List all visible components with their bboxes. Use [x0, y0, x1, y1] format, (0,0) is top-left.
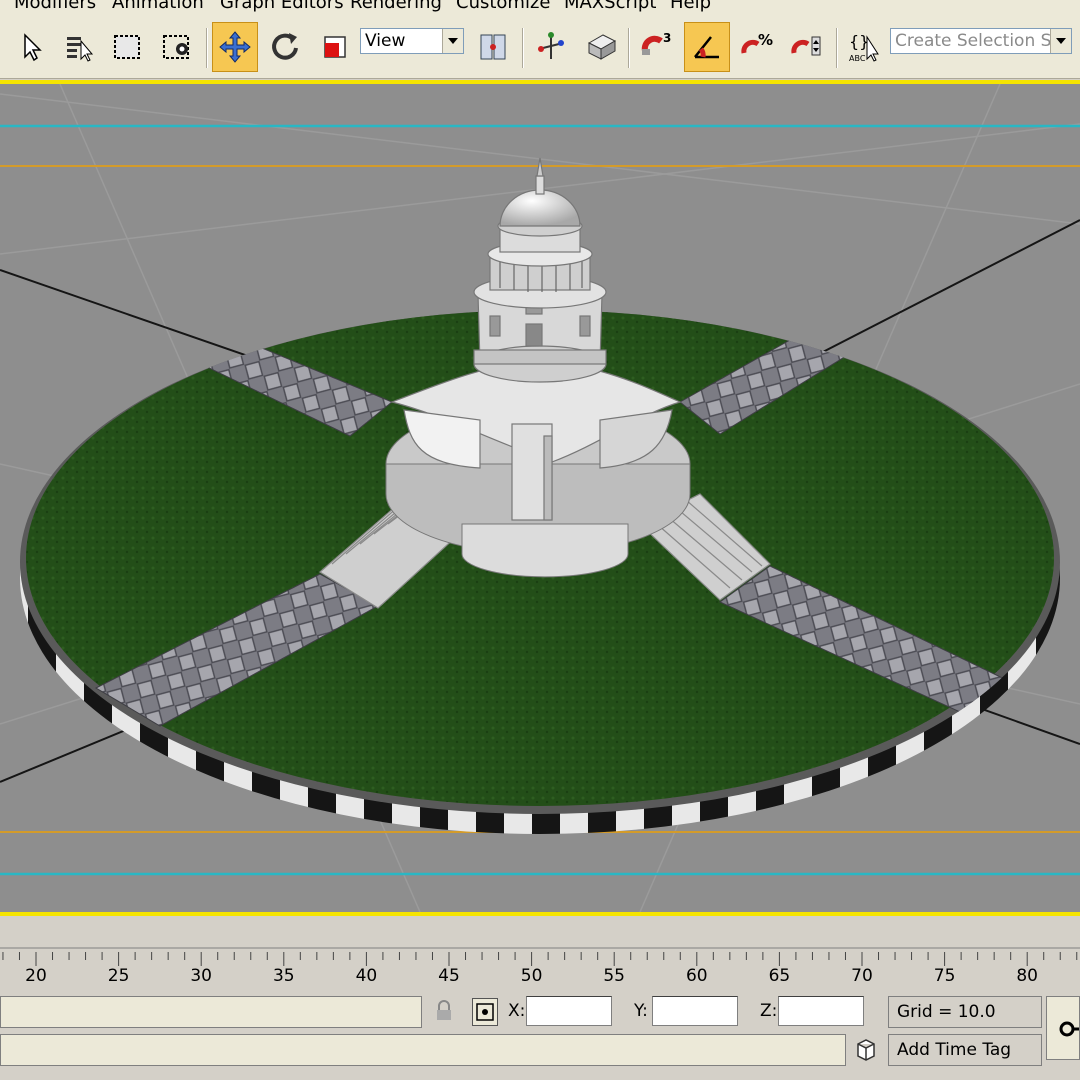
keyboard-shortcut-icon	[587, 34, 617, 60]
timeline-tick-label: 75	[933, 966, 956, 986]
timeline-tick-label: 30	[190, 966, 213, 986]
status-bar: X: Y: Z: Grid = 10.0 Add Time Tag	[0, 994, 1080, 1080]
status-prompt-line	[0, 1034, 846, 1066]
percent-snap-button[interactable]: %	[734, 22, 780, 72]
spinner-snap-button[interactable]	[784, 22, 830, 72]
time-tag-icon	[857, 1039, 875, 1061]
select-object-button[interactable]	[8, 22, 54, 72]
menu-bar: Modifiers Animation Graph Editors Render…	[0, 0, 1080, 14]
manipulate-icon	[538, 32, 564, 59]
timeline-tick-label: 20	[25, 966, 47, 986]
timeline-tick-label: 50	[520, 966, 543, 986]
pivot-point-button[interactable]	[470, 22, 516, 72]
y-label: Y:	[634, 1001, 648, 1021]
z-coordinate-input[interactable]	[778, 996, 864, 1026]
scale-icon	[324, 36, 346, 58]
select-by-name-icon	[67, 37, 94, 62]
toolbar-separator	[206, 28, 208, 68]
keyboard-shortcut-button[interactable]	[578, 22, 624, 72]
lock-icon	[437, 1000, 451, 1020]
snaps-toggle-button[interactable]: 3	[634, 22, 680, 72]
svg-text:3: 3	[663, 31, 671, 45]
perspective-viewport[interactable]	[0, 80, 1080, 916]
timeline-tick-label: 55	[603, 966, 626, 986]
window-crossing-icon	[163, 35, 189, 59]
timeline-tick-label: 35	[272, 966, 295, 986]
main-toolbar: View 3 % {} ABC Create Selection Set	[0, 14, 1080, 79]
pivot-center-icon	[480, 34, 506, 60]
angle-snap-button[interactable]	[684, 22, 730, 72]
time-tag-icon-button[interactable]	[852, 1036, 880, 1064]
spinner-snap-icon	[791, 36, 821, 56]
z-label: Z:	[760, 1001, 778, 1021]
menu-graph-editors[interactable]: Graph Editors	[220, 0, 344, 13]
grid-size-display: Grid = 10.0	[888, 996, 1042, 1028]
cursor-arrow-icon	[24, 33, 42, 62]
timeline-tick-label: 60	[685, 966, 708, 986]
prompt-line	[0, 996, 422, 1028]
timeline[interactable]: 20 25 30 35 40 45 50 55 60 65 70 75 80	[0, 918, 1080, 994]
menu-maxscript[interactable]: MAXScript	[564, 0, 656, 13]
transform-mode-icon	[476, 1003, 494, 1021]
x-label: X:	[508, 1001, 526, 1021]
menu-customize[interactable]: Customize	[456, 0, 550, 13]
rotate-icon	[272, 33, 298, 60]
x-coordinate-input[interactable]	[526, 996, 612, 1026]
menu-rendering[interactable]: Rendering	[350, 0, 442, 13]
timeline-tick-label: 80	[1016, 966, 1039, 986]
absolute-relative-toggle[interactable]	[472, 998, 498, 1026]
rectangular-selection-button[interactable]	[104, 22, 150, 72]
manipulate-button[interactable]	[528, 22, 574, 72]
svg-text:{}: {}	[849, 32, 869, 51]
menu-animation[interactable]: Animation	[112, 0, 204, 13]
toolbar-separator	[522, 28, 524, 68]
timeline-tick-label: 70	[851, 966, 873, 986]
y-coordinate-input[interactable]	[652, 996, 738, 1026]
toolbar-separator	[836, 28, 838, 68]
select-and-move-button[interactable]	[212, 22, 258, 72]
timeline-tick-label: 40	[355, 966, 378, 986]
edit-named-selection-button[interactable]: {} ABC	[842, 22, 888, 72]
set-key-button[interactable]	[1046, 996, 1080, 1060]
timeline-tick-label: 65	[768, 966, 791, 986]
menu-modifiers[interactable]: Modifiers	[14, 0, 96, 13]
lighthouse-tower	[473, 157, 607, 383]
magnet-3d-snap-icon: 3	[641, 31, 671, 55]
timeline-tick-label: 45	[438, 966, 460, 986]
reference-coordinate-value: View	[365, 31, 406, 51]
named-selection-icon: {} ABC	[849, 32, 879, 63]
svg-text:%: %	[758, 31, 773, 49]
select-and-rotate-button[interactable]	[262, 22, 308, 72]
add-time-tag-button[interactable]: Add Time Tag	[888, 1034, 1042, 1066]
select-and-scale-button[interactable]	[312, 22, 358, 72]
window-crossing-button[interactable]	[154, 22, 200, 72]
reference-coordinate-dropdown[interactable]: View	[360, 28, 464, 54]
named-selection-sets-dropdown[interactable]: Create Selection Set	[890, 28, 1072, 54]
named-selection-sets-placeholder: Create Selection Set	[895, 31, 1069, 51]
selection-lock-toggle[interactable]	[432, 998, 456, 1026]
chevron-down-icon	[442, 29, 463, 53]
toolbar-separator	[628, 28, 630, 68]
viewport-scene	[0, 84, 1080, 912]
chevron-down-icon	[1050, 29, 1071, 53]
timeline-tick-label: 25	[107, 966, 130, 986]
menu-help[interactable]: Help	[670, 0, 711, 13]
rectangle-selection-icon	[114, 35, 140, 59]
key-icon	[1059, 1021, 1080, 1037]
angle-snap-icon	[694, 36, 719, 59]
percent-snap-icon: %	[741, 31, 773, 54]
move-arrows-icon	[219, 31, 251, 63]
select-by-name-button[interactable]	[56, 22, 102, 72]
svg-text:ABC: ABC	[849, 54, 866, 63]
